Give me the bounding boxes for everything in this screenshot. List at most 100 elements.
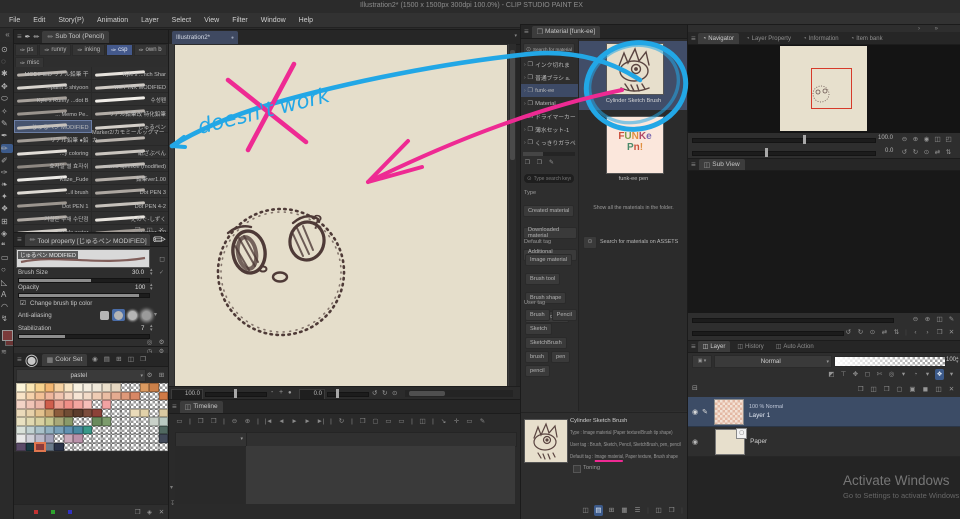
subtool-group-tab[interactable]: ✑ inking (72, 44, 106, 56)
liquify-tool-icon[interactable]: ❖ (1, 204, 13, 213)
subtool-group-tab[interactable]: ✑ csp (106, 44, 133, 56)
panel-menu-icon[interactable]: ≡ (524, 27, 529, 36)
subtool-brush-item[interactable]: Kyle's ...nch Shar (91, 67, 169, 81)
timeline-select-icon[interactable]: ▭ (175, 416, 184, 427)
divider[interactable]: | (646, 505, 650, 516)
tab-list-caret-icon[interactable]: ▾ (514, 33, 517, 39)
reset-rotate-icon[interactable]: ⊙ (922, 147, 931, 158)
zoom-value-box[interactable]: 100.0 (171, 389, 203, 400)
zoom-in-icon[interactable]: ⊕ (911, 134, 920, 145)
replace-color-icon[interactable]: ◈ (145, 507, 154, 518)
color-swatch[interactable] (44, 434, 54, 443)
color-swatch[interactable] (111, 442, 121, 451)
color-swatch[interactable] (92, 417, 102, 426)
color-swatch[interactable] (120, 425, 130, 434)
fit-screen-icon[interactable]: ◉ (922, 134, 931, 145)
menu-item[interactable]: View (204, 17, 219, 24)
color-swatch[interactable] (130, 400, 140, 409)
color-swatch[interactable] (54, 391, 64, 400)
divider[interactable]: | (256, 416, 260, 427)
navigator-dock-tab[interactable]: ◔ Navigator (697, 33, 739, 44)
panel-menu-icon[interactable]: ≡ (691, 34, 696, 43)
material-folder-item[interactable]: › ❒ インク切れま (521, 58, 578, 71)
expand-caret-icon[interactable]: › (524, 75, 526, 81)
rotate-right-icon[interactable]: ↻ (856, 327, 865, 338)
menu-item[interactable]: Help (299, 17, 313, 24)
divider[interactable]: | (680, 505, 684, 516)
color-swatch[interactable] (139, 408, 149, 417)
color-swatch[interactable] (130, 408, 140, 417)
color-swatch[interactable] (158, 400, 168, 409)
brush-size-slider[interactable] (19, 279, 91, 282)
color-swatch[interactable] (25, 400, 35, 409)
expand-caret-icon[interactable]: › (524, 88, 526, 94)
timeline-tab[interactable]: ◫ Timeline (179, 400, 223, 413)
timeline-expand-icon[interactable]: ↧ (170, 500, 175, 507)
color-swatch[interactable] (111, 408, 121, 417)
grab-tool-icon[interactable]: ✱ (1, 69, 13, 78)
canvas-viewport[interactable]: ? (169, 44, 509, 386)
timeline-track-area[interactable] (246, 446, 515, 504)
rotate-left-icon[interactable]: ↺ (372, 389, 377, 397)
color-swatch[interactable] (158, 383, 168, 392)
color-swatch[interactable] (120, 434, 130, 443)
user-tag-button[interactable]: Sketch (525, 323, 553, 335)
subtool-brush-item[interactable]: Dot PEN 3 (91, 185, 169, 199)
auto-select-tool-icon[interactable]: ✧ (1, 107, 13, 116)
color-swatch[interactable] (63, 400, 73, 409)
visibility-eye-icon[interactable]: ◉ (692, 408, 698, 416)
divider[interactable]: | (431, 416, 435, 427)
color-wheel-tab-icon[interactable]: ◉ (90, 354, 99, 365)
color-swatch[interactable] (158, 408, 168, 417)
expand-caret-icon[interactable]: › (524, 101, 526, 107)
subtool-brush-item[interactable]: ...paint 5 shiyoon (14, 80, 92, 94)
caret-icon[interactable]: ▾ (947, 369, 956, 380)
reset-view-icon[interactable]: ⊙ (392, 389, 397, 397)
navigator-rotate-slider[interactable] (692, 148, 876, 157)
color-swatch[interactable] (73, 400, 83, 409)
correct-line-tool-icon[interactable]: ◠ (1, 302, 13, 311)
color-swatch[interactable] (149, 442, 159, 451)
color-swatch[interactable] (139, 425, 149, 434)
clip-at-layer-icon[interactable]: ✄ (875, 369, 884, 380)
aa-medium-option[interactable] (126, 309, 139, 321)
brush-size-stepper[interactable]: ▴ ▾ (150, 268, 153, 277)
color-swatch[interactable] (92, 425, 102, 434)
menu-item[interactable]: Story(P) (58, 17, 84, 24)
panel-menu-icon[interactable]: ≡ (691, 342, 696, 351)
brush-icon[interactable]: ✏ (153, 230, 166, 250)
color-swatch[interactable] (130, 434, 140, 443)
color-swatch[interactable] (111, 425, 121, 434)
color-swatch[interactable] (16, 400, 26, 409)
color-swatch[interactable] (44, 391, 54, 400)
zoom-in-icon[interactable]: ⊕ (243, 416, 252, 427)
brush-size-value[interactable]: 30.0 (132, 269, 144, 276)
prev-image-icon[interactable]: ‹ (911, 327, 920, 338)
color-swatch[interactable] (101, 408, 111, 417)
user-tag-button[interactable]: pen (551, 351, 571, 363)
subtool-brush-item[interactable]: じゅるペン MODIFIED (14, 119, 92, 133)
actual-size-icon[interactable]: ◫ (933, 134, 942, 145)
color-swatch[interactable] (63, 434, 73, 443)
subtool-brush-item[interactable]: リアル鉛筆 ●鉛 (14, 132, 92, 146)
color-swatch[interactable] (54, 425, 64, 434)
user-tag-button[interactable]: SketchBrush (525, 337, 567, 349)
zoom-out-icon[interactable]: ⊖ (230, 416, 239, 427)
color-swatch[interactable] (149, 408, 159, 417)
color-swatch[interactable] (16, 391, 26, 400)
expand-caret-icon[interactable]: › (524, 62, 526, 68)
subtool-group-tab[interactable]: ✑ runny (39, 44, 72, 56)
color-swatch[interactable] (54, 400, 64, 409)
color-swatch[interactable] (34, 441, 46, 452)
color-swatch[interactable] (82, 434, 92, 443)
subview-body[interactable] (688, 171, 960, 313)
subtool-brush-item[interactable]: Dot PEN 1 (14, 198, 92, 212)
color-swatch[interactable] (63, 442, 73, 451)
color-swatch[interactable] (120, 383, 130, 392)
color-swatch[interactable] (139, 434, 149, 443)
rotate-right-icon[interactable]: ↻ (911, 147, 920, 158)
color-swatch[interactable] (54, 417, 64, 426)
subtool-brush-item[interactable]: Kyle's Runny ...dot B (14, 93, 92, 107)
vscroll-thumb[interactable] (510, 50, 515, 160)
move-tool-icon[interactable]: ✥ (1, 82, 13, 91)
